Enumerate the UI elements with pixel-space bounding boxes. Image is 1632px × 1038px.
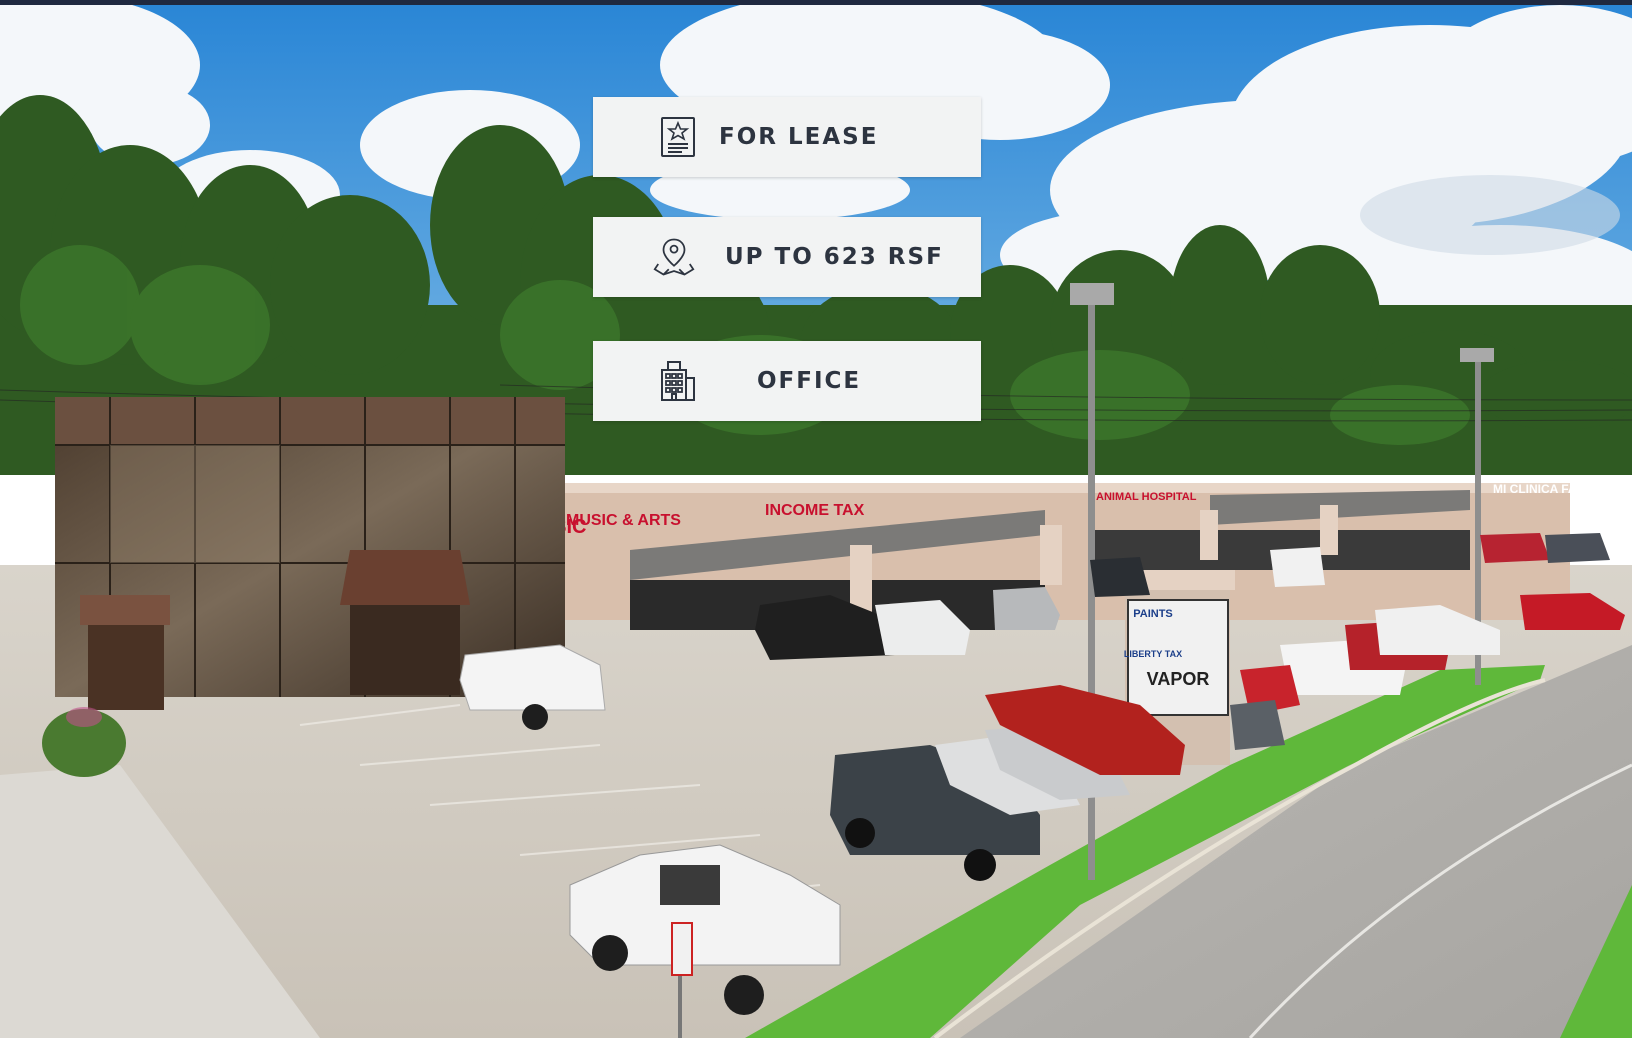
sign-animal-hospital: ANIMAL HOSPITAL xyxy=(1096,491,1197,503)
top-accent-bar xyxy=(0,0,1632,5)
for-lease-label: FOR LEASE xyxy=(719,124,879,150)
for-lease-badge: FOR LEASE xyxy=(593,97,981,177)
sign-paints: PAINTS xyxy=(1133,608,1173,620)
property-type-label: OFFICE xyxy=(757,368,862,394)
sign-music-arts: MUSIC & ARTS xyxy=(566,512,681,529)
map-pin-icon xyxy=(653,236,695,278)
sign-vapor: VAPOR xyxy=(1147,669,1210,689)
sign-income-tax: INCOME TAX xyxy=(765,502,865,519)
listing-hero: MUSIC MUSIC & ARTS INCOME TAX ANIMAL HOS… xyxy=(0,0,1632,1038)
size-label: UP TO 623 RSF xyxy=(725,244,944,270)
sign-clinica: MI CLINICA FAMILIAR xyxy=(1493,482,1618,496)
size-badge: UP TO 623 RSF xyxy=(593,217,981,297)
office-building-icon xyxy=(657,360,699,402)
sign-liberty-tax: LIBERTY TAX xyxy=(1124,649,1182,659)
star-document-icon xyxy=(657,116,699,158)
property-type-badge: OFFICE xyxy=(593,341,981,421)
